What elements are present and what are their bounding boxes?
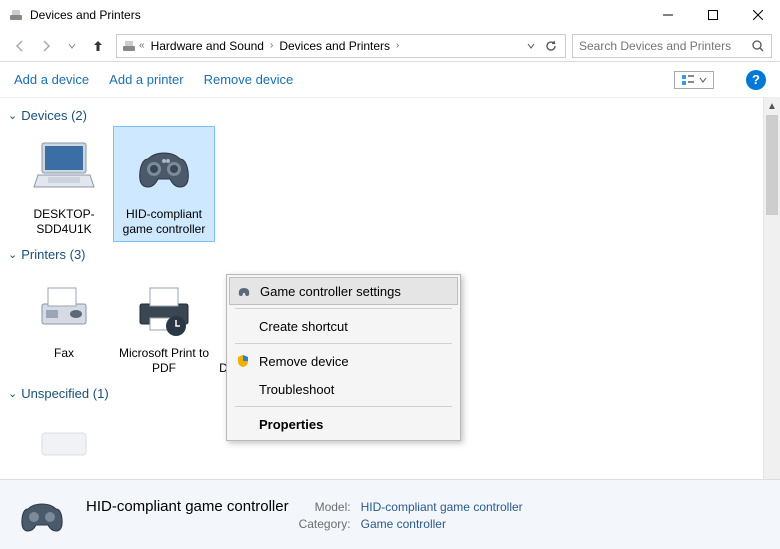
menu-game-controller-settings[interactable]: Game controller settings [229, 277, 458, 305]
search-input[interactable] [579, 39, 751, 53]
group-title: Printers (3) [21, 247, 85, 262]
menu-separator [235, 406, 452, 407]
printer-ms-print-pdf[interactable]: Microsoft Print to PDF [114, 266, 214, 380]
group-header-printers[interactable]: ⌄ Printers (3) [8, 241, 763, 266]
view-button[interactable] [674, 71, 714, 89]
menu-separator [235, 308, 452, 309]
chevron-down-icon: ⌄ [8, 109, 17, 122]
chevron-down-icon: ⌄ [8, 387, 17, 400]
device-unspecified[interactable] [14, 405, 114, 479]
fax-icon [28, 270, 100, 342]
printer-fax[interactable]: Fax [14, 266, 114, 380]
minimize-button[interactable] [645, 0, 690, 30]
scrollbar[interactable]: ▲ [763, 98, 780, 479]
address-dropdown[interactable] [521, 36, 541, 56]
devices-printers-icon [8, 7, 24, 23]
scroll-up-icon[interactable]: ▲ [764, 98, 780, 115]
menu-label: Properties [259, 417, 323, 432]
close-button[interactable] [735, 0, 780, 30]
breadcrumb-seg-devices[interactable]: Devices and Printers [275, 39, 394, 53]
group-header-devices[interactable]: ⌄ Devices (2) [8, 102, 763, 127]
group-title: Devices (2) [21, 108, 87, 123]
menu-properties[interactable]: Properties [229, 410, 458, 438]
help-button[interactable]: ? [746, 70, 766, 90]
scroll-thumb[interactable] [766, 115, 778, 215]
menu-remove-device[interactable]: Remove device [229, 347, 458, 375]
back-button[interactable] [8, 34, 32, 58]
address-bar[interactable]: « Hardware and Sound › Devices and Print… [116, 34, 566, 58]
game-controller-icon [128, 131, 200, 203]
devices-printers-icon [121, 38, 137, 54]
menu-label: Remove device [259, 354, 349, 369]
device-game-controller[interactable]: HID-compliant game controller [114, 127, 214, 241]
view-icon [681, 74, 695, 86]
details-category-value: Game controller [361, 517, 523, 531]
group-title: Unspecified (1) [21, 386, 108, 401]
command-bar: Add a device Add a printer Remove device… [0, 62, 780, 98]
navigation-bar: « Hardware and Sound › Devices and Print… [0, 30, 780, 62]
details-name: HID-compliant game controller [86, 498, 289, 515]
context-menu: Game controller settings Create shortcut… [226, 274, 461, 441]
shield-icon [235, 353, 251, 369]
menu-label: Game controller settings [260, 284, 401, 299]
search-box[interactable] [572, 34, 772, 58]
details-model-label: Model: [299, 500, 351, 514]
chevron-right-icon[interactable]: › [268, 40, 275, 51]
device-label: DESKTOP-SDD4U1K [18, 207, 110, 237]
maximize-button[interactable] [690, 0, 735, 30]
game-controller-icon [14, 491, 70, 539]
chevron-right-icon[interactable]: › [394, 40, 401, 51]
menu-create-shortcut[interactable]: Create shortcut [229, 312, 458, 340]
device-label: HID-compliant game controller [118, 207, 210, 237]
remove-device-button[interactable]: Remove device [204, 72, 294, 87]
details-category-label: Category: [299, 517, 351, 531]
search-icon[interactable] [751, 39, 765, 53]
breadcrumb-seg-hardware[interactable]: Hardware and Sound [147, 39, 268, 53]
content-area: ▲ ⌄ Devices (2) DESKTOP-SDD4U1K HID-comp… [0, 98, 780, 479]
printer-icon [128, 270, 200, 342]
laptop-icon [28, 131, 100, 203]
add-printer-button[interactable]: Add a printer [109, 72, 183, 87]
chevron-left-icon[interactable]: « [137, 40, 147, 51]
up-button[interactable] [86, 34, 110, 58]
device-desktop[interactable]: DESKTOP-SDD4U1K [14, 127, 114, 241]
forward-button[interactable] [34, 34, 58, 58]
details-pane: HID-compliant game controller Model: HID… [0, 479, 780, 549]
titlebar: Devices and Printers [0, 0, 780, 30]
menu-label: Create shortcut [259, 319, 348, 334]
recent-dropdown[interactable] [60, 34, 84, 58]
game-controller-icon [236, 283, 252, 299]
menu-label: Troubleshoot [259, 382, 334, 397]
window-title: Devices and Printers [30, 8, 645, 22]
menu-troubleshoot[interactable]: Troubleshoot [229, 375, 458, 403]
device-label: Microsoft Print to PDF [118, 346, 210, 376]
device-label: Fax [18, 346, 110, 361]
refresh-button[interactable] [541, 36, 561, 56]
device-icon [28, 409, 100, 479]
details-model-value: HID-compliant game controller [361, 500, 523, 514]
chevron-down-icon: ⌄ [8, 248, 17, 261]
menu-separator [235, 343, 452, 344]
add-device-button[interactable]: Add a device [14, 72, 89, 87]
